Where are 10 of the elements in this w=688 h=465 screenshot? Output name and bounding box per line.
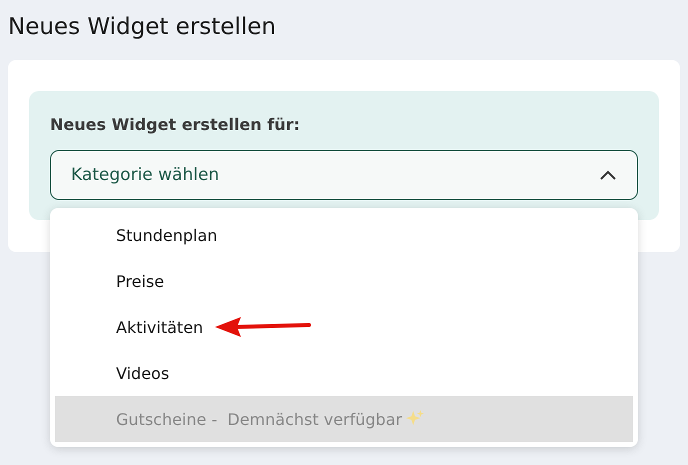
field-label: Neues Widget erstellen für: bbox=[50, 115, 301, 134]
chevron-icon bbox=[599, 169, 617, 181]
menu-item[interactable]: Preise bbox=[55, 258, 633, 304]
sparkles-icon bbox=[406, 410, 424, 428]
menu-item[interactable]: Stundenplan bbox=[55, 212, 633, 258]
page-title: Neues Widget erstellen bbox=[8, 13, 277, 42]
arrow-icon bbox=[215, 316, 312, 338]
category-select[interactable]: Kategorie wählen bbox=[50, 150, 638, 200]
menu-item[interactable]: Videos bbox=[55, 350, 633, 396]
menu-item[interactable]: Aktivitäten bbox=[55, 304, 633, 350]
